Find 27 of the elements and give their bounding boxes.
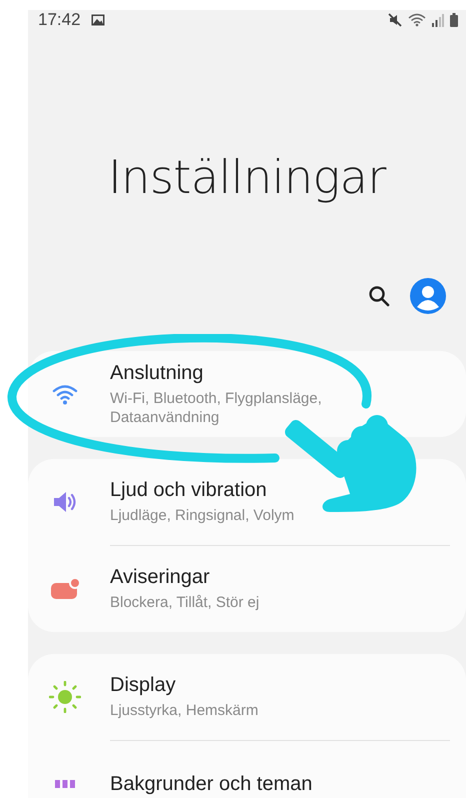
item-title: Ljud och vibration [110, 479, 268, 502]
image-icon [90, 14, 105, 26]
item-title: Display [110, 674, 177, 697]
item-title: Bakgrunder och teman [110, 772, 312, 796]
wifi-icon [52, 383, 78, 405]
notification-icon [50, 578, 80, 600]
settings-item[interactable]: Ljud och vibration Ljudläge, Ringsignal, Volym [28, 459, 466, 545]
item-subtitle: Wi-Fi, Bluetooth, Flygplansläge, Dataanvändning [110, 388, 323, 426]
settings-item[interactable]: Display Ljusstyrka, Hemskärm [28, 654, 466, 740]
sun-icon [49, 681, 81, 713]
speaker-icon [52, 490, 78, 514]
item-subtitle: Ljudläge, Ringsignal, Volym [110, 506, 294, 525]
settings-item[interactable]: Bakgrunder och teman [28, 741, 466, 798]
item-subtitle: Ljusstyrka, Hemskärm [110, 701, 258, 720]
profile-avatar-icon[interactable] [410, 278, 446, 314]
settings-item[interactable]: Aviseringar Blockera, Tillåt, Stör ej [28, 546, 466, 632]
search-icon[interactable] [367, 284, 391, 308]
wifi-status-icon [408, 13, 426, 27]
battery-icon [450, 13, 458, 27]
settings-item[interactable]: Anslutning Wi-Fi, Bluetooth, Flygplansläge, Dataanvändning [28, 351, 466, 437]
signal-icon [432, 13, 444, 27]
mute-icon [388, 13, 402, 27]
item-title: Aviseringar [110, 566, 211, 589]
page-title: Inställningar [107, 149, 388, 205]
item-subtitle: Blockera, Tillåt, Stör ej [110, 593, 260, 612]
status-time: 17:42 [38, 10, 81, 30]
item-title: Anslutning [110, 362, 204, 384]
